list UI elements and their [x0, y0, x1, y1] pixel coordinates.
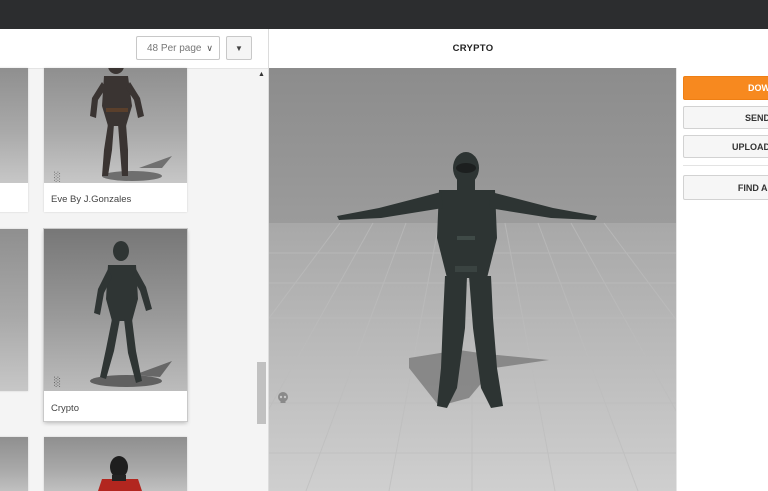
svg-text:░: ░ [54, 376, 61, 388]
character-thumbnail [0, 437, 28, 491]
character-thumbnail [0, 229, 28, 391]
red-figure [98, 456, 142, 491]
find-animations-button[interactable]: FIND AI [683, 175, 768, 200]
crypto-figure: ░ [54, 241, 172, 388]
card-label: Eve By J.Gonzales [51, 194, 132, 205]
character-browser: 48 Per page ∨ ▼ ░ Eve By J.Gonzales ░ Cr… [0, 29, 269, 491]
eve-figure: ░ [54, 68, 172, 183]
per-page-select[interactable]: 48 Per page ∨ [136, 36, 220, 60]
skull-icon[interactable] [276, 391, 290, 405]
card-label: Crypto [51, 403, 79, 414]
card-partial-1[interactable] [0, 68, 28, 212]
3d-viewport[interactable] [269, 68, 676, 491]
upload-button[interactable]: UPLOAD [683, 135, 768, 158]
scroll-up-arrow[interactable]: ▲ [258, 71, 265, 78]
card-partial-2[interactable] [0, 229, 28, 391]
character-card-crypto[interactable]: ░ Crypto [44, 229, 187, 421]
chevron-down-icon: ∨ [206, 43, 213, 53]
character-card-next[interactable] [44, 437, 187, 491]
actions-panel [676, 68, 768, 491]
actions-divider [683, 165, 768, 166]
character-thumbnail: ░ [44, 229, 187, 391]
caret-down-icon: ▼ [235, 43, 243, 53]
browser-toolbar: 48 Per page ∨ ▼ [0, 29, 268, 69]
scrollbar-track[interactable] [256, 68, 267, 491]
send-button[interactable]: SEND [683, 106, 768, 129]
sort-dropdown-button[interactable]: ▼ [226, 36, 252, 60]
top-bar [0, 0, 768, 29]
character-thumbnail [44, 437, 187, 491]
character-card-eve[interactable]: ░ Eve By J.Gonzales [44, 68, 187, 212]
viewport-scene [269, 68, 676, 491]
per-page-label: 48 Per page [147, 42, 202, 54]
character-thumbnail: ░ [44, 68, 187, 183]
scrollbar-thumb[interactable] [257, 362, 266, 424]
svg-text:░: ░ [54, 171, 61, 183]
card-partial-3[interactable] [0, 437, 28, 491]
download-button[interactable]: DOW [683, 76, 768, 100]
viewer-title: CRYPTO [452, 43, 494, 54]
character-thumbnail [0, 68, 28, 183]
